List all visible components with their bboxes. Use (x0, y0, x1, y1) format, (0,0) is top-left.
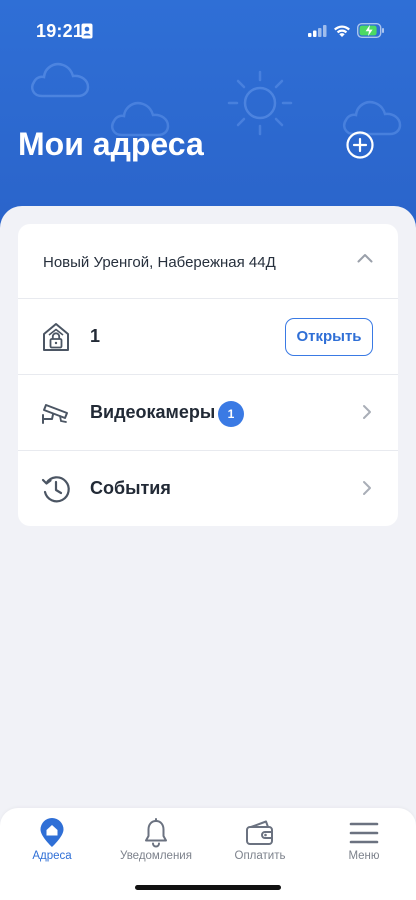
tab-notifications-label: Уведомления (120, 850, 192, 862)
sun-decoration (227, 70, 293, 136)
page-title: Мои адреса (18, 126, 204, 162)
battery-charging-icon (357, 23, 384, 38)
wallet-icon (246, 820, 273, 845)
chevron-up-icon[interactable] (357, 253, 373, 263)
contact-card-icon (81, 23, 93, 39)
events-row[interactable]: События (18, 451, 398, 527)
events-label: События (90, 478, 171, 498)
address-text: Новый Уренгой, Набережная 44Д (43, 254, 276, 271)
tab-pay-label: Оплатить (234, 850, 286, 862)
address-card: Новый Уренгой, Набережная 44Д 1 Открыть … (18, 224, 398, 526)
intercom-row: 1 Открыть (18, 299, 398, 375)
tab-notifications[interactable]: Уведомления (104, 808, 208, 868)
security-camera-icon (42, 404, 68, 424)
chevron-right-icon (363, 405, 371, 419)
tab-addresses-label: Адреса (32, 850, 72, 862)
cameras-count-badge: 1 (218, 401, 244, 427)
cameras-row[interactable]: Видеокамеры 1 (18, 375, 398, 451)
tab-menu-label: Меню (348, 850, 380, 862)
home-indicator (135, 885, 281, 890)
tab-addresses[interactable]: Адреса (0, 808, 104, 868)
bell-icon (145, 818, 167, 848)
cloud-decoration (31, 62, 90, 98)
tab-pay[interactable]: Оплатить (208, 808, 312, 868)
add-address-button[interactable] (345, 130, 375, 160)
home-pin-icon (40, 818, 64, 847)
status-time: 19:21 (36, 21, 84, 41)
chevron-right-icon (363, 481, 371, 495)
cameras-label: Видеокамеры (90, 402, 216, 422)
intercom-number: 1 (90, 326, 101, 346)
history-clock-icon (41, 476, 70, 503)
tab-menu[interactable]: Меню (312, 808, 416, 868)
cellular-signal-icon (308, 25, 327, 37)
menu-icon (349, 822, 379, 844)
house-lock-icon (43, 323, 69, 351)
open-door-button[interactable]: Открыть (285, 318, 373, 356)
status-bar: 19:21 (0, 0, 416, 60)
wifi-icon (334, 25, 350, 37)
address-card-header[interactable]: Новый Уренгой, Набережная 44Д (18, 224, 398, 299)
